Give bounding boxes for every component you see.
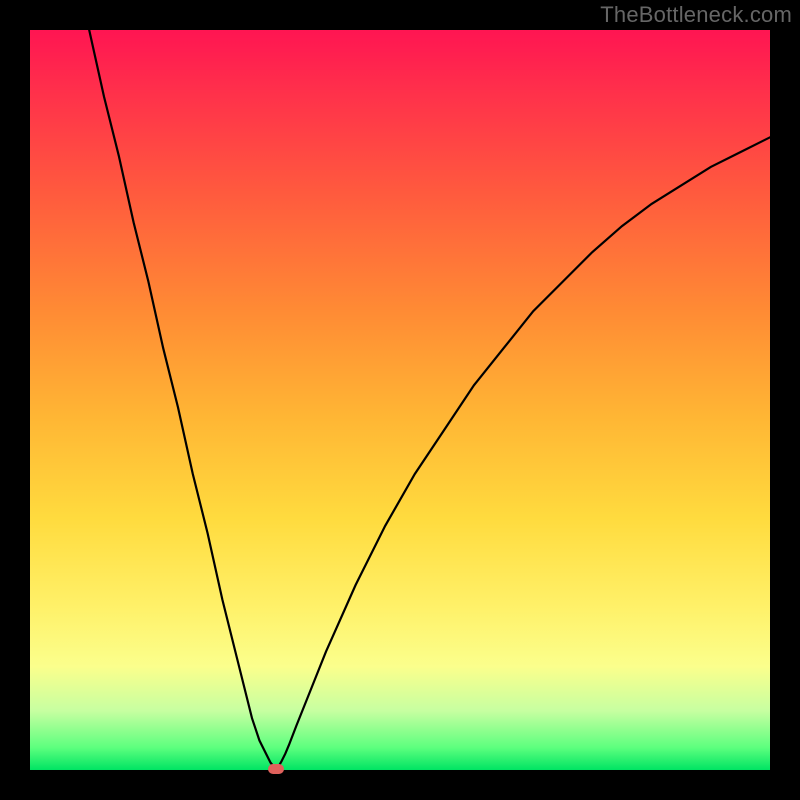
bottleneck-curve xyxy=(30,30,770,770)
cusp-marker xyxy=(268,764,284,774)
watermark-text: TheBottleneck.com xyxy=(600,2,792,28)
chart-frame: TheBottleneck.com xyxy=(0,0,800,800)
curve-left-branch xyxy=(89,30,275,769)
curve-right-branch xyxy=(277,137,770,768)
plot-area xyxy=(30,30,770,770)
